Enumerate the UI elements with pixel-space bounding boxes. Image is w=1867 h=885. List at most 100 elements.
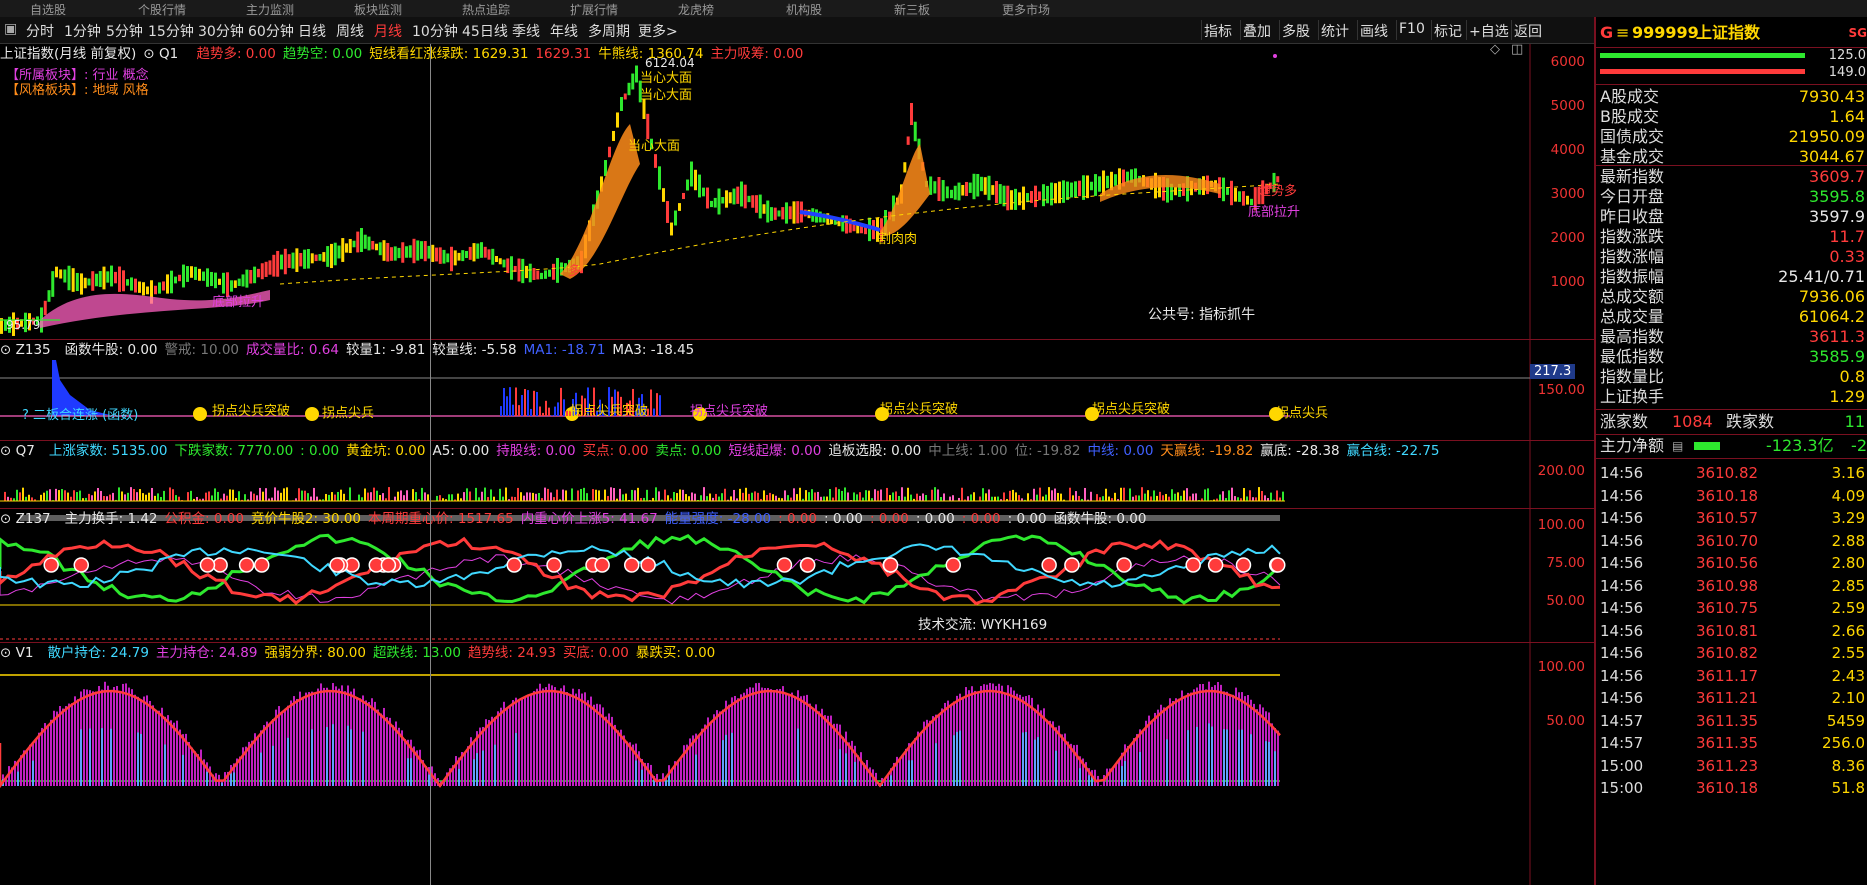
toolbar-button[interactable]: 多股 <box>1282 21 1310 41</box>
volume-bar <box>503 387 505 416</box>
period-tab[interactable]: 分时 <box>26 21 54 41</box>
breadth-bar <box>835 487 837 501</box>
holding-bar <box>116 685 118 786</box>
candle-bar <box>256 268 260 278</box>
holding-bar <box>497 711 499 786</box>
breadth-bar <box>538 492 540 501</box>
period-tab[interactable]: 1分钟 <box>64 21 101 41</box>
quote-header: G ≡ 999999 上证指数 SG <box>1596 21 1867 48</box>
period-tab[interactable]: 5分钟 <box>106 21 143 41</box>
holding-bar <box>818 711 820 786</box>
toolbar-button[interactable]: 画线 <box>1360 21 1388 41</box>
toolbar-button[interactable]: 统计 <box>1321 21 1349 41</box>
top-nav-item[interactable]: 机构股 <box>786 1 822 18</box>
retail-bar <box>959 730 961 786</box>
sector-links-2[interactable]: 地域 风格 <box>93 83 149 98</box>
breadth-bar <box>1174 493 1176 501</box>
period-tab[interactable]: 10分钟 <box>412 21 458 41</box>
indicator-selector[interactable]: ⊙ Z135 <box>0 342 58 358</box>
breadth-bar <box>598 490 600 501</box>
holding-bar <box>134 694 136 786</box>
candle-bar <box>345 243 348 253</box>
period-tab[interactable]: 周线 <box>336 21 364 41</box>
breadth-bar <box>961 487 963 501</box>
top-nav-item[interactable]: 主力监测 <box>246 1 294 18</box>
breadth-bar <box>517 487 519 501</box>
indicator-param: 主力持仓: 24.89 <box>155 645 258 661</box>
stat-label: 今日开盘 <box>1600 187 1665 206</box>
breadth-bar <box>922 493 924 501</box>
indicator-selector[interactable]: ⊙ V1 <box>0 645 40 661</box>
top-nav-item[interactable]: 热点追踪 <box>462 1 510 18</box>
holding-bar <box>812 707 814 786</box>
volume-bar <box>545 400 547 416</box>
period-tab[interactable]: 多周期 <box>588 21 630 41</box>
signal-marker <box>1116 557 1132 573</box>
tick-q: 2.80 <box>1831 554 1865 572</box>
diamond-icon[interactable]: ◇ <box>1490 44 1500 57</box>
signal-marker <box>238 557 255 573</box>
v1-chart[interactable] <box>0 643 1594 885</box>
period-tab[interactable]: 季线 <box>512 21 540 41</box>
period-tab[interactable]: 45日线 <box>462 21 508 41</box>
period-tab[interactable]: 月线 <box>374 21 402 41</box>
candle-bar <box>950 189 953 199</box>
candle-bar <box>698 174 701 198</box>
menu-icon[interactable]: ≡ <box>1616 21 1629 45</box>
holding-bar <box>314 693 316 786</box>
breadth-bar <box>514 496 516 501</box>
breadth-bar <box>808 492 810 501</box>
holding-bar <box>125 683 127 786</box>
signal-marker <box>506 557 522 573</box>
toolbar-button[interactable]: 标记 <box>1434 21 1462 41</box>
g-icon[interactable]: G <box>1600 21 1613 45</box>
top-nav-item[interactable]: 更多市场 <box>1002 1 1050 18</box>
toolbar-button[interactable]: F10 <box>1399 21 1425 37</box>
candle-bar <box>487 249 491 260</box>
tick-row: 14:56 3610.70 2.88 <box>1596 530 1867 552</box>
breadth-bar <box>73 490 75 501</box>
candle-bar <box>63 269 67 283</box>
top-nav-item[interactable]: 个股行情 <box>138 1 186 18</box>
holding-bar <box>86 689 88 786</box>
period-tab[interactable]: 15分钟 <box>148 21 194 41</box>
signal-marker <box>254 557 270 573</box>
toggle-panel-icon[interactable]: ▣ <box>4 21 17 37</box>
breadth-bar <box>1033 488 1035 501</box>
breadth-bar <box>1051 490 1053 501</box>
tick-q: 51.8 <box>1831 779 1865 797</box>
retail-bar <box>80 729 82 786</box>
holding-bar <box>323 687 325 786</box>
z137-chart[interactable] <box>0 509 1594 643</box>
breadth-bar <box>694 493 696 501</box>
toolbar-button[interactable]: 指标 <box>1204 21 1232 41</box>
top-nav-item[interactable]: 板块监测 <box>354 1 402 18</box>
breadth-bar <box>1054 488 1056 501</box>
indicator-selector[interactable]: ⊙ Z137 <box>0 511 58 527</box>
top-nav-item[interactable]: 新三板 <box>894 1 930 18</box>
top-nav-item[interactable]: 扩展行情 <box>570 1 618 18</box>
period-tab[interactable]: 60分钟 <box>248 21 294 41</box>
breadth-bar <box>1135 495 1137 501</box>
period-tab[interactable]: 更多> <box>638 21 678 41</box>
toolbar-button[interactable]: +自选 <box>1469 21 1509 41</box>
retail-bar <box>311 729 313 786</box>
indicator-name: Z137 <box>15 511 51 527</box>
toolbar-button[interactable]: 叠加 <box>1243 21 1271 41</box>
candle-bar <box>706 187 709 209</box>
breadth-bar <box>619 488 621 501</box>
retail-bar <box>410 758 412 786</box>
top-nav-item[interactable]: 龙虎榜 <box>678 1 714 18</box>
toolbar-button[interactable]: 返回 <box>1514 21 1542 41</box>
candle-bar <box>1078 180 1081 197</box>
period-tab[interactable]: 30分钟 <box>198 21 244 41</box>
period-tab[interactable]: 日线 <box>298 21 326 41</box>
indicator-selector[interactable]: ⊙ Q1 <box>143 46 185 62</box>
list-icon[interactable]: ▤ <box>1672 434 1683 458</box>
chart-title: 上证指数(月线 前复权) <box>0 46 137 62</box>
top-nav-item[interactable]: 自选股 <box>30 1 66 18</box>
indicator-selector[interactable]: ⊙ Q7 <box>0 443 42 459</box>
window-icon[interactable]: ◫ <box>1511 44 1523 57</box>
period-tab[interactable]: 年线 <box>550 21 578 41</box>
tick-q: 256.0 <box>1822 734 1865 752</box>
